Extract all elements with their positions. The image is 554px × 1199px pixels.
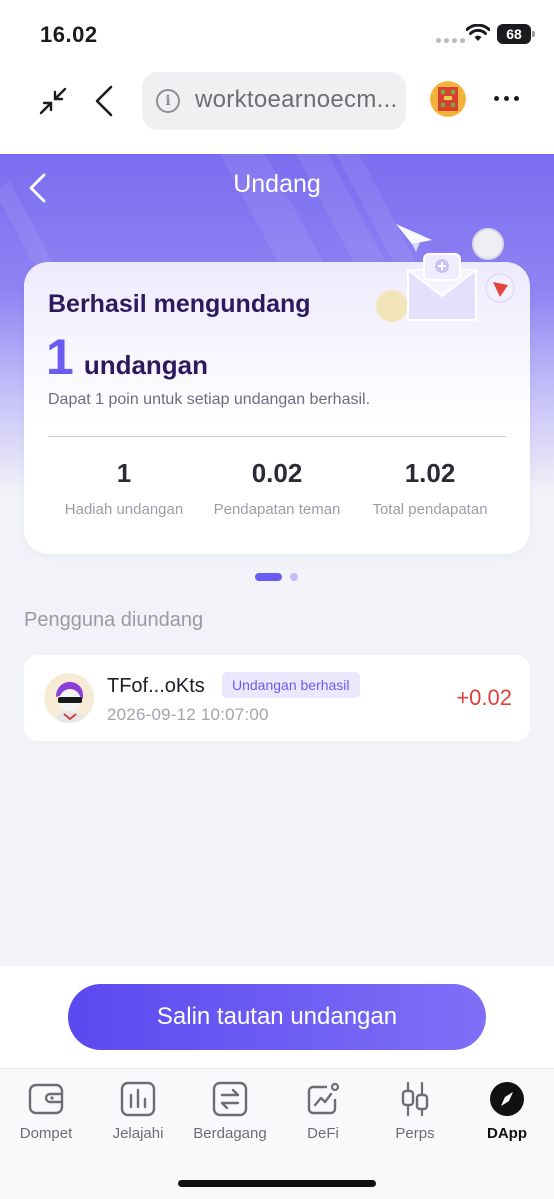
- wifi-icon: [466, 24, 490, 41]
- user-reward-amount: +0.02: [456, 685, 512, 710]
- stat-value: 0.02: [251, 458, 303, 488]
- tab-defi[interactable]: DeFi: [277, 1081, 369, 1142]
- invite-count-unit: undangan: [83, 350, 209, 380]
- stat-label: Pendapatan teman: [213, 501, 341, 518]
- defi-icon: [307, 1082, 340, 1115]
- summary-divider: [48, 436, 506, 437]
- chart-icon: [120, 1081, 156, 1117]
- tab-dompet[interactable]: Dompet: [0, 1081, 92, 1142]
- carousel-dot-active[interactable]: [255, 573, 282, 581]
- status-badge: Undangan berhasil: [222, 672, 360, 698]
- compass-icon: [490, 1082, 524, 1116]
- tab-label: DApp: [487, 1125, 527, 1142]
- signal-icon: [436, 38, 465, 43]
- user-invite-date: 2026-09-12 10:07:00: [107, 705, 269, 724]
- stat-value: 1.02: [404, 458, 456, 488]
- info-icon[interactable]: i: [156, 89, 180, 113]
- tab-jelajahi[interactable]: Jelajahi: [92, 1081, 184, 1142]
- tab-label: Jelajahi: [112, 1125, 164, 1142]
- invite-count-row: 1 undangan: [46, 328, 208, 386]
- invite-count: 1: [46, 329, 74, 385]
- browser-back-icon[interactable]: [92, 84, 116, 118]
- tab-label: DeFi: [307, 1125, 339, 1142]
- user-avatar: [44, 673, 94, 723]
- carousel-indicator[interactable]: [255, 573, 298, 581]
- stat-label: Hadiah undangan: [64, 501, 184, 518]
- summary-description: Dapat 1 poin untuk setiap undangan berha…: [48, 391, 371, 408]
- tab-label: Berdagang: [193, 1125, 267, 1142]
- url-bar[interactable]: i worktoearnoecm...: [142, 72, 406, 130]
- carousel-dot[interactable]: [290, 573, 298, 581]
- stats-row: 1 Hadiah undangan 0.02 Pendapatan teman …: [48, 458, 506, 518]
- stat-total-earnings: 1.02 Total pendapatan: [354, 458, 506, 518]
- tab-berdagang[interactable]: Berdagang: [184, 1081, 276, 1142]
- status-time: 16.02: [40, 22, 98, 47]
- user-name: TFof...oKts: [107, 675, 205, 697]
- browser-toolbar: i worktoearnoecm...: [0, 60, 554, 154]
- tab-label: Perps: [395, 1125, 435, 1142]
- invited-users-title: Pengguna diundang: [24, 609, 204, 631]
- summary-headline: Berhasil mengundang: [48, 290, 311, 318]
- tab-label: Dompet: [19, 1125, 73, 1142]
- swap-icon: [212, 1081, 248, 1117]
- invite-envelope-illustration: [376, 224, 515, 322]
- tab-dapp[interactable]: DApp: [461, 1081, 553, 1142]
- site-favicon-icon[interactable]: [430, 81, 466, 117]
- stat-invite-reward: 1 Hadiah undangan: [48, 458, 200, 518]
- copy-invite-link-button[interactable]: Salin tautan undangan: [68, 984, 486, 1050]
- tab-perps[interactable]: Perps: [369, 1081, 461, 1142]
- candles-icon: [401, 1081, 429, 1117]
- more-options-icon[interactable]: [494, 96, 519, 101]
- stat-label: Total pendapatan: [372, 501, 488, 518]
- invited-user-row[interactable]: TFof...oKts Undangan berhasil 2026-09-12…: [24, 655, 530, 741]
- stat-friend-earnings: 0.02 Pendapatan teman: [201, 458, 353, 518]
- status-bar: 16.02 68: [0, 0, 554, 60]
- bottom-action-area: Salin tautan undangan: [0, 966, 554, 1068]
- wallet-icon: [28, 1083, 64, 1115]
- battery-indicator: 68: [497, 24, 535, 44]
- page-title: Undang: [233, 170, 321, 198]
- stat-value: 1: [116, 458, 132, 488]
- minimize-icon[interactable]: [38, 86, 68, 116]
- home-indicator[interactable]: [178, 1180, 376, 1187]
- url-text[interactable]: worktoearnoecm...: [195, 86, 400, 114]
